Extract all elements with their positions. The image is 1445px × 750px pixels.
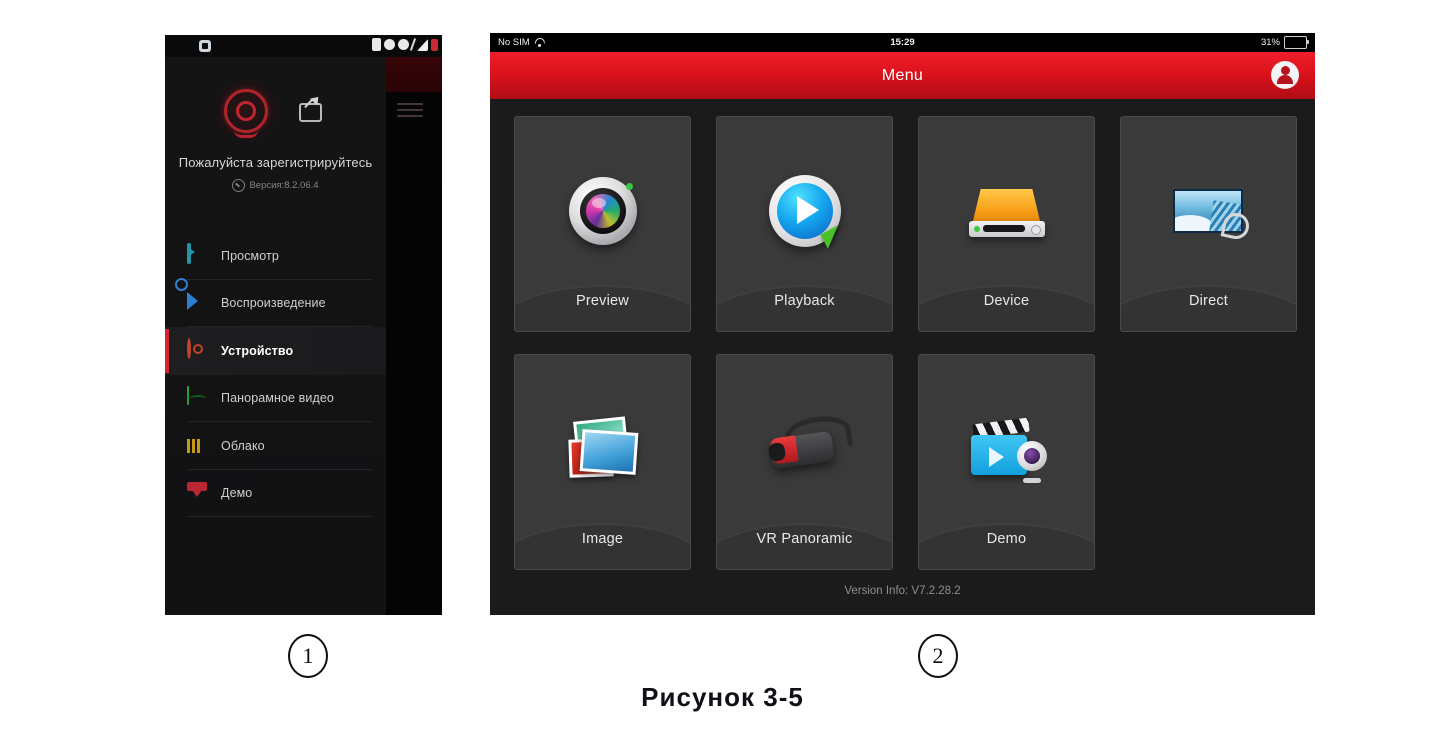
tile-preview[interactable]: Preview — [514, 116, 691, 332]
tile-direct[interactable]: Direct — [1120, 116, 1297, 332]
tile-image[interactable]: Image — [514, 354, 691, 570]
page-title: Menu — [881, 66, 924, 84]
sidebar-item-label: Воспроизведение — [221, 296, 326, 311]
version-row: Версия:8.2.06.4 — [165, 179, 386, 192]
triangle-icon — [417, 38, 428, 51]
marker-two: 2 — [918, 634, 958, 678]
playback-icon — [187, 292, 209, 314]
photos-stack-icon — [515, 399, 690, 499]
marker-one: 1 — [288, 634, 328, 678]
circle-icon — [384, 39, 395, 50]
sidebar-item-label: Облако — [221, 438, 265, 453]
left-navigation-drawer: Пожалуйста зарегистрируйтесь Версия:8.2.… — [165, 57, 386, 615]
menu-body: Preview Playback Device Direct Image VR … — [490, 99, 1315, 615]
tile-label: VR Panoramic — [756, 531, 853, 547]
sidebar-item-label: Устройство — [221, 343, 294, 358]
sidebar-item-panorama[interactable]: Панорамное видео — [165, 375, 386, 422]
tile-label: Device — [983, 293, 1030, 309]
sidebar-item-cloud[interactable]: Облако — [165, 422, 386, 470]
menu-tile-grid: Preview Playback Device Direct Image VR … — [514, 116, 1297, 570]
right-status-right: 31% — [1260, 36, 1309, 49]
sidebar-item-preview[interactable]: Просмотр — [165, 232, 386, 280]
account-icon[interactable] — [1271, 61, 1299, 89]
check-badge-icon — [232, 179, 246, 192]
battery-percent-label: 31% — [1260, 37, 1280, 48]
sidebar-item-label: Панорамное видео — [221, 391, 334, 406]
tile-label: Direct — [1188, 293, 1229, 309]
vr-headset-icon — [717, 399, 892, 499]
tile-label: Playback — [774, 293, 835, 309]
sidebar-item-label: Демо — [221, 486, 253, 501]
demo-icon — [187, 482, 209, 504]
left-phone-screenshot: Пожалуйста зарегистрируйтесь Версия:8.2.… — [165, 35, 442, 615]
tile-label: Image — [581, 531, 624, 547]
register-prompt[interactable]: Пожалуйста зарегистрируйтесь — [165, 155, 386, 170]
sim-icon — [199, 40, 211, 52]
sidebar-item-label: Просмотр — [221, 248, 279, 263]
tile-label: Demo — [986, 531, 1027, 547]
slash-icon — [409, 38, 417, 51]
battery-icon — [431, 38, 438, 51]
left-status-icons — [372, 38, 438, 51]
version-label: Версия:8.2.06.4 — [249, 180, 319, 191]
drawer-menu-list: Просмотр Воспроизведение Устройство Пано… — [165, 232, 386, 517]
screenshot-root: Пожалуйста зарегистрируйтесь Версия:8.2.… — [0, 0, 1445, 750]
left-status-bar — [165, 35, 442, 57]
clapperboard-camera-icon — [919, 399, 1094, 499]
cloud-icon — [187, 435, 209, 457]
camera-lens-icon — [515, 161, 690, 261]
right-status-bar: No SIM 15:29 31% — [490, 33, 1315, 52]
status-clock: 15:29 — [890, 37, 915, 48]
app-header-bar: Menu — [490, 52, 1315, 99]
version-info-label: Version Info: V7.2.28.2 — [844, 585, 961, 597]
tile-device[interactable]: Device — [918, 116, 1095, 332]
dot-icon — [398, 39, 409, 50]
monitor-image-icon — [1121, 161, 1296, 261]
tile-vr-panoramic[interactable]: VR Panoramic — [716, 354, 893, 570]
signal-icon — [372, 38, 381, 51]
preview-icon — [187, 242, 209, 267]
play-button-icon — [717, 161, 892, 261]
tile-label: Preview — [576, 293, 629, 309]
drawer-account-section: Пожалуйста зарегистрируйтесь Версия:8.2.… — [165, 57, 386, 232]
battery-icon — [1284, 36, 1309, 49]
drawer-scrim-overlay[interactable] — [386, 57, 442, 615]
tile-demo[interactable]: Demo — [918, 354, 1095, 570]
share-icon[interactable] — [298, 93, 324, 123]
right-tablet-screenshot: No SIM 15:29 31% Menu Preview Playback D… — [490, 33, 1315, 615]
sidebar-item-demo[interactable]: Демо — [165, 470, 386, 517]
device-icon — [187, 337, 209, 362]
camera-logo-icon — [215, 80, 277, 142]
panorama-icon — [187, 386, 209, 409]
figure-caption: Рисунок 3-5 — [641, 682, 804, 712]
hard-drive-icon — [919, 161, 1094, 261]
sidebar-item-device[interactable]: Устройство — [165, 327, 386, 375]
tile-playback[interactable]: Playback — [716, 116, 893, 332]
sidebar-item-playback[interactable]: Воспроизведение — [165, 280, 386, 327]
